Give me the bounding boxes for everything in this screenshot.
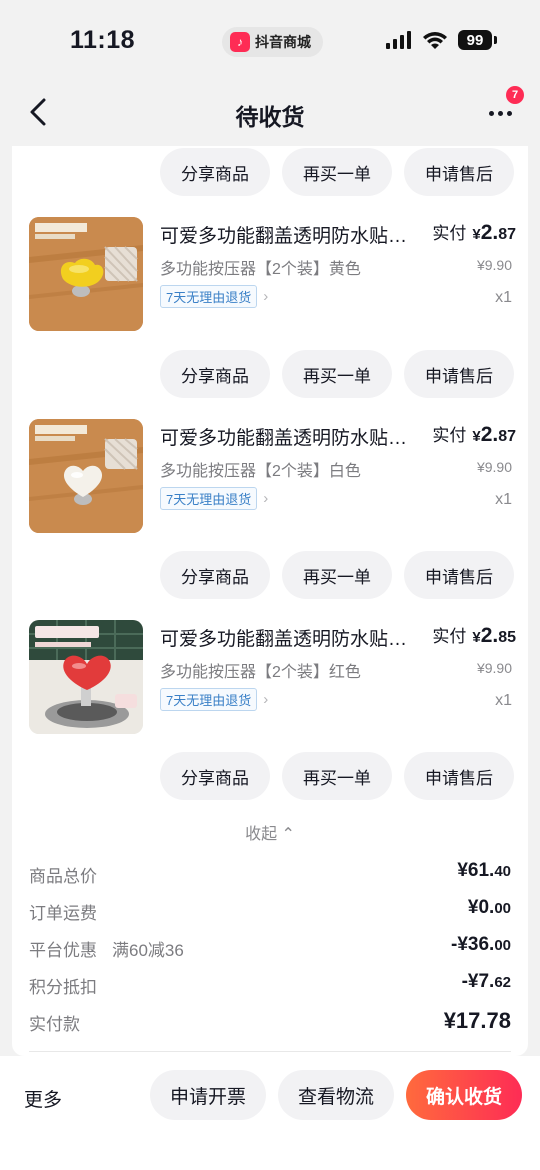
item-action-row: 分享商品 再买一单 申请售后	[160, 148, 514, 196]
order-item[interactable]: 可爱多功能翻盖透明防水贴床头提醒按压器 多功能按压器【2个装】黄色 7天无理由退…	[12, 217, 528, 337]
share-product-button[interactable]: 分享商品	[160, 350, 270, 398]
product-title[interactable]: 可爱多功能翻盖透明防水贴床头提醒按压器	[160, 624, 410, 651]
order-card: 分享商品 再买一单 申请售后 可爱多功能翻盖透明防水贴床头提醒按压器 多功能按压…	[12, 146, 528, 1056]
discount-note: 满60减36	[112, 941, 184, 960]
summary-value: ¥0.00	[467, 897, 511, 918]
product-image-yellow	[29, 217, 143, 331]
summary-points: 积分抵扣 -¥7.62	[29, 971, 511, 1001]
cellular-signal-icon	[386, 31, 411, 49]
return-policy-tag[interactable]: 7天无理由退货 ›	[160, 487, 268, 510]
product-title[interactable]: 可爱多功能翻盖透明防水贴床头提醒按压器	[160, 423, 410, 450]
price-decimal: 85	[498, 629, 516, 646]
paid-price: 实付 ¥2.87	[432, 219, 516, 245]
order-item[interactable]: 可爱多功能翻盖透明防水贴床头提醒按压器 多功能按压器【2个装】红色 7天无理由退…	[12, 620, 528, 740]
status-time: 11:18	[70, 26, 136, 54]
divider	[29, 1051, 511, 1052]
summary-value: ¥61.40	[457, 860, 511, 881]
chevron-right-icon: ›	[263, 490, 269, 507]
product-spec: 多功能按压器【2个装】黄色	[160, 261, 361, 278]
summary-value: -¥7.62	[461, 971, 511, 992]
price-decimal: 87	[498, 226, 516, 243]
buy-again-button[interactable]: 再买一单	[282, 350, 392, 398]
share-product-button[interactable]: 分享商品	[160, 752, 270, 800]
chevron-right-icon: ›	[263, 288, 269, 305]
more-button[interactable]: 更多	[24, 1085, 62, 1112]
after-sale-button[interactable]: 申请售后	[404, 551, 514, 599]
app-name: 抖音商城	[255, 34, 311, 50]
return-policy-label: 7天无理由退货	[160, 487, 258, 510]
share-product-button[interactable]: 分享商品	[160, 148, 270, 196]
original-price: ¥9.90	[476, 459, 512, 475]
product-thumbnail[interactable]	[29, 419, 143, 533]
price-integer: 2.	[480, 624, 499, 647]
paid-label: 实付	[432, 426, 467, 445]
collapse-label: 收起	[245, 826, 278, 843]
after-sale-button[interactable]: 申请售后	[404, 148, 514, 196]
request-invoice-button[interactable]: 申请开票	[150, 1070, 266, 1120]
summary-value: -¥36.00	[451, 934, 511, 955]
product-spec: 多功能按压器【2个装】白色	[160, 463, 361, 480]
summary-label: 商品总价	[29, 867, 97, 886]
product-image-white	[29, 419, 143, 533]
item-action-row: 分享商品 再买一单 申请售后	[160, 752, 514, 800]
return-policy-tag[interactable]: 7天无理由退货 ›	[160, 688, 268, 711]
product-title[interactable]: 可爱多功能翻盖透明防水贴床头提醒按压器	[160, 221, 410, 248]
page-title: 待收货	[235, 104, 305, 130]
return-policy-label: 7天无理由退货	[160, 285, 258, 308]
share-product-button[interactable]: 分享商品	[160, 551, 270, 599]
quantity: x1	[495, 289, 512, 306]
product-thumbnail[interactable]	[29, 217, 143, 331]
summary-label: 订单运费	[29, 904, 97, 923]
summary-discount: 平台优惠 满60减36 -¥36.00	[29, 934, 511, 964]
summary-goods-total: 商品总价 ¥61.40	[29, 860, 511, 890]
after-sale-button[interactable]: 申请售后	[404, 350, 514, 398]
summary-paid: 实付款 ¥17.78	[29, 1008, 511, 1038]
summary-value: ¥17.78	[443, 1008, 511, 1033]
product-image-red	[29, 620, 143, 734]
original-price: ¥9.90	[476, 257, 512, 273]
paid-price: 实付 ¥2.87	[432, 421, 516, 447]
buy-again-button[interactable]: 再买一单	[282, 752, 392, 800]
paid-label: 实付	[432, 224, 467, 243]
order-item[interactable]: 可爱多功能翻盖透明防水贴床头提醒按压器 多功能按压器【2个装】白色 7天无理由退…	[12, 419, 528, 539]
bottom-action-bar: 更多 申请开票 查看物流 确认收货	[0, 1056, 540, 1170]
nav-bar: 待收货 7	[0, 80, 540, 146]
douyin-mall-logo-icon: ♪	[230, 32, 250, 52]
battery-cap	[494, 36, 497, 44]
collapse-toggle[interactable]: 收起 ⌃	[12, 820, 528, 844]
quantity: x1	[495, 692, 512, 709]
chevron-right-icon: ›	[263, 691, 269, 708]
price-decimal: 87	[498, 428, 516, 445]
product-spec: 多功能按压器【2个装】红色	[160, 664, 361, 681]
price-currency: ¥	[472, 428, 481, 445]
buy-again-button[interactable]: 再买一单	[282, 148, 392, 196]
confirm-receipt-button[interactable]: 确认收货	[406, 1070, 522, 1120]
paid-label: 实付	[432, 627, 467, 646]
item-action-row: 分享商品 再买一单 申请售后	[160, 551, 514, 599]
summary-label: 平台优惠	[29, 941, 97, 960]
battery-icon: 99	[458, 30, 492, 50]
return-policy-label: 7天无理由退货	[160, 688, 258, 711]
price-integer: 2.	[480, 423, 499, 446]
paid-price: 实付 ¥2.85	[432, 622, 516, 648]
after-sale-button[interactable]: 申请售后	[404, 752, 514, 800]
view-logistics-button[interactable]: 查看物流	[278, 1070, 394, 1120]
item-action-row: 分享商品 再买一单 申请售后	[160, 350, 514, 398]
summary-label: 实付款	[29, 1015, 80, 1034]
summary-label: 积分抵扣	[29, 978, 97, 997]
app-indicator[interactable]: ♪ 抖音商城	[222, 27, 323, 57]
price-currency: ¥	[472, 226, 481, 243]
original-price: ¥9.90	[476, 660, 512, 676]
summary-shipping: 订单运费 ¥0.00	[29, 897, 511, 927]
return-policy-tag[interactable]: 7天无理由退货 ›	[160, 285, 268, 308]
buy-again-button[interactable]: 再买一单	[282, 551, 392, 599]
chevron-up-icon: ⌃	[281, 826, 295, 843]
product-thumbnail[interactable]	[29, 620, 143, 734]
quantity: x1	[495, 491, 512, 508]
notification-badge: 7	[506, 86, 524, 104]
price-integer: 2.	[480, 221, 499, 244]
wifi-icon	[423, 32, 447, 49]
status-bar: 11:18 ♪ 抖音商城 99	[0, 0, 540, 80]
price-currency: ¥	[472, 629, 481, 646]
